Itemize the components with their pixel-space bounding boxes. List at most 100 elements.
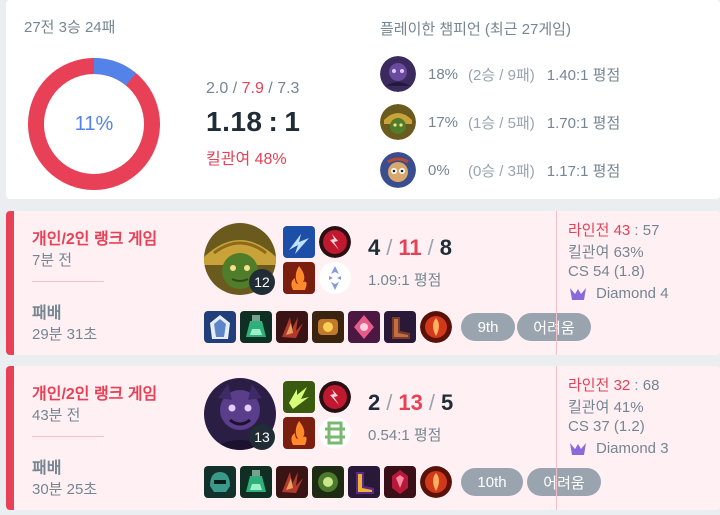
oracle-lens-trinket-icon[interactable] <box>420 311 452 343</box>
kills: 4 <box>368 235 381 260</box>
queue-type: 개인/2인 랭크 게임 <box>32 231 158 248</box>
time-ago: 7분 전 <box>32 252 73 269</box>
assists: 8 <box>439 235 453 260</box>
kills: 2 <box>368 390 381 415</box>
oracle-lens-trinket-icon[interactable] <box>420 466 452 498</box>
red-claw-item-icon[interactable] <box>276 311 308 343</box>
divider <box>556 366 557 510</box>
red-claw-item-icon[interactable] <box>276 466 308 498</box>
purple-boots-item-icon[interactable] <box>384 311 416 343</box>
divider <box>556 211 557 355</box>
difficulty-tag: 어려움 <box>527 468 601 496</box>
electrocute-rune-icon[interactable] <box>319 381 351 413</box>
match-duration: 30분 25초 <box>32 481 98 498</box>
green-potion-item-icon[interactable] <box>240 466 272 498</box>
item-build <box>204 311 452 343</box>
champion-kda: 1.70:1 평점 <box>546 114 621 132</box>
difficulty-tag: 어려움 <box>517 313 591 341</box>
kill-participation: 킬관여 48% <box>206 151 287 168</box>
laning-opponent-score: 68 <box>642 377 660 394</box>
match-kda: 4/11/8 <box>368 235 453 260</box>
queue-type: 개인/2인 랭크 게임 <box>32 386 158 403</box>
champion-winrate: 18% <box>428 65 459 83</box>
match-card[interactable]: 개인/2인 랭크 게임 43분 전 패배 30분 25초 13 2/13/5 0… <box>6 366 720 510</box>
match-card[interactable]: 개인/2인 랭크 게임 7분 전 패배 29분 31초 12 4/11/8 1.… <box>6 211 720 355</box>
tier-label: Diamond 4 <box>596 285 669 302</box>
purple-boots-item-icon[interactable] <box>348 466 380 498</box>
diamond-tier-icon <box>570 287 586 300</box>
green-orb-item-icon[interactable] <box>312 466 344 498</box>
avg-kills: 2.0 <box>206 80 229 97</box>
kda-ratio-right: 1 <box>284 106 301 137</box>
champion-kda: 1.17:1 평점 <box>546 162 621 180</box>
champion-green-gold-portrait-icon <box>380 104 416 140</box>
record-summary: 27전 3승 24패 <box>24 19 116 36</box>
average-tier: Diamond 4 <box>568 285 669 302</box>
champion-stat-row[interactable]: 18% (2승 / 9패) 1.40:1 평점 <box>380 56 620 92</box>
divider <box>32 436 104 437</box>
champion-stat-row[interactable]: 17% (1승 / 5패) 1.70:1 평점 <box>380 104 620 140</box>
played-champions-title: 플레이한 챔피언 (최근 27게임) <box>380 21 571 38</box>
sorcery-secondary-rune-icon[interactable] <box>319 262 351 294</box>
time-ago: 43분 전 <box>32 407 81 424</box>
average-tier: Diamond 3 <box>568 440 669 457</box>
match-duration: 29분 31초 <box>32 326 98 343</box>
champion-kda: 1.40:1 평점 <box>546 66 621 84</box>
placement-tag: 10th <box>461 468 523 496</box>
kda-rating: 0.54:1 평점 <box>368 427 442 444</box>
laning-label: 라인전 <box>568 222 610 239</box>
resolve-secondary-rune-icon[interactable] <box>319 417 351 449</box>
electrocute-rune-icon[interactable] <box>319 226 351 258</box>
ignite-spell-icon[interactable] <box>283 417 315 449</box>
champion-level: 13 <box>249 424 275 450</box>
champion-win-loss: (0승 / 3패) <box>468 162 535 180</box>
tier-label: Diamond 3 <box>596 440 669 457</box>
laning-opponent-score: 57 <box>642 222 660 239</box>
champion-win-loss: (1승 / 5패) <box>468 114 535 132</box>
result-color-bar <box>6 211 14 355</box>
laning-label: 라인전 <box>568 377 610 394</box>
blue-cape-item-icon[interactable] <box>204 311 236 343</box>
item-build <box>204 466 452 498</box>
creep-score: CS 37 (1.2) <box>568 418 645 435</box>
deaths: 13 <box>398 390 423 415</box>
laning-score: 라인전 32 : 68 <box>568 377 660 394</box>
deaths: 11 <box>398 235 422 260</box>
diamond-tier-icon <box>570 442 586 455</box>
kda-rating: 1.09:1 평점 <box>368 272 442 289</box>
champion-level: 12 <box>249 269 275 295</box>
assists: 5 <box>440 390 454 415</box>
kda-average: 2.0 / 7.9 / 7.3 <box>206 80 300 97</box>
champion-winrate: 0% <box>428 161 450 179</box>
ghost-spell-icon[interactable] <box>283 381 315 413</box>
champion-purple-portrait-icon <box>380 56 416 92</box>
divider <box>32 281 104 282</box>
crimson-gem-item-icon[interactable] <box>384 466 416 498</box>
placement-tag: 9th <box>461 313 515 341</box>
match-kda: 2/13/5 <box>368 390 454 415</box>
winrate-percent: 11% <box>74 112 114 135</box>
creep-score: CS 54 (1.8) <box>568 263 645 280</box>
green-potion-item-icon[interactable] <box>240 311 272 343</box>
laning-player-score: 43 <box>613 222 631 239</box>
champion-stat-row[interactable]: 0% (0승 / 3패) 1.17:1 평점 <box>380 152 620 188</box>
summary-panel: 27전 3승 24패 11% 2.0 / 7.9 / 7.3 1.18:1 킬관… <box>6 0 720 199</box>
match-result: 패배 <box>32 460 62 477</box>
gold-gauntlet-item-icon[interactable] <box>312 311 344 343</box>
champion-winrate: 17% <box>428 113 459 131</box>
avg-assists: 7.3 <box>277 80 300 97</box>
flash-spell-icon[interactable] <box>283 226 315 258</box>
ignite-spell-icon[interactable] <box>283 262 315 294</box>
kill-participation: 킬관여 41% <box>568 399 644 416</box>
match-result: 패배 <box>32 305 62 322</box>
kda-ratio: 1.18:1 <box>206 106 301 137</box>
kill-participation: 킬관여 63% <box>568 244 644 261</box>
teal-helm-item-icon[interactable] <box>204 466 236 498</box>
kda-ratio-left: 1.18 <box>206 106 263 137</box>
pink-crest-item-icon[interactable] <box>348 311 380 343</box>
laning-player-score: 32 <box>613 377 631 394</box>
result-color-bar <box>6 366 14 510</box>
laning-score: 라인전 43 : 57 <box>568 222 660 239</box>
champion-win-loss: (2승 / 9패) <box>468 66 535 84</box>
avg-deaths: 7.9 <box>241 80 264 97</box>
